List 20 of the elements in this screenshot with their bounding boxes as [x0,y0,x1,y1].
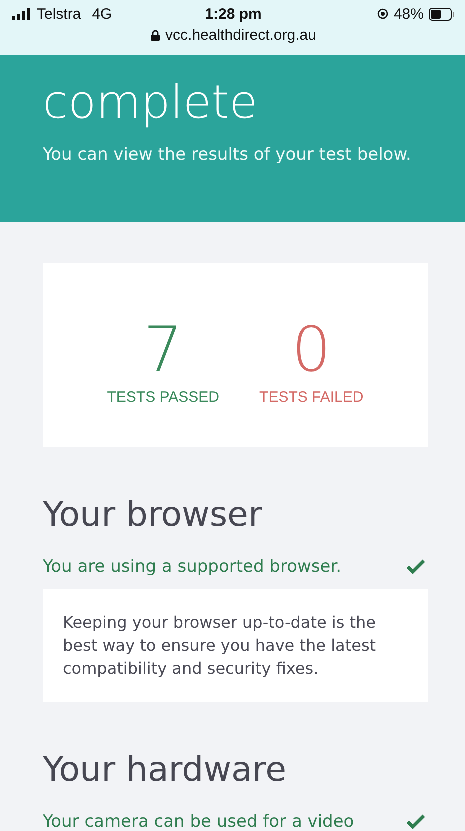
result-text: You are using a supported browser. [43,557,342,577]
signal-icon [12,8,32,20]
test-label: TESTS PASSED [107,388,220,406]
test-count: 0 [292,316,332,382]
page-subtitle: You can view the results of your test below. [43,145,412,165]
test-label: TESTS FAILED [260,388,364,406]
result-text: Your camera can be used for a video [43,812,354,831]
lock-icon [150,30,160,41]
section-heading: Your browser [43,495,264,535]
section-heading: Your hardware [43,750,288,790]
battery-icon [428,8,455,20]
battery-percent: 48% [394,6,424,22]
clock-time: 1:28 pm [205,6,262,22]
url-text[interactable]: vcc.healthdirect.org.au [166,27,316,44]
rotation-lock-icon [376,8,389,20]
test-count: 7 [144,316,184,382]
info-text: Keeping your browser up-to-date is the best way to ensure you have the latest compatibility and security fixes. [63,613,376,678]
page-title: complete [43,74,259,131]
network-type: 4G [92,6,112,22]
carrier-name: Telstra [37,6,82,22]
